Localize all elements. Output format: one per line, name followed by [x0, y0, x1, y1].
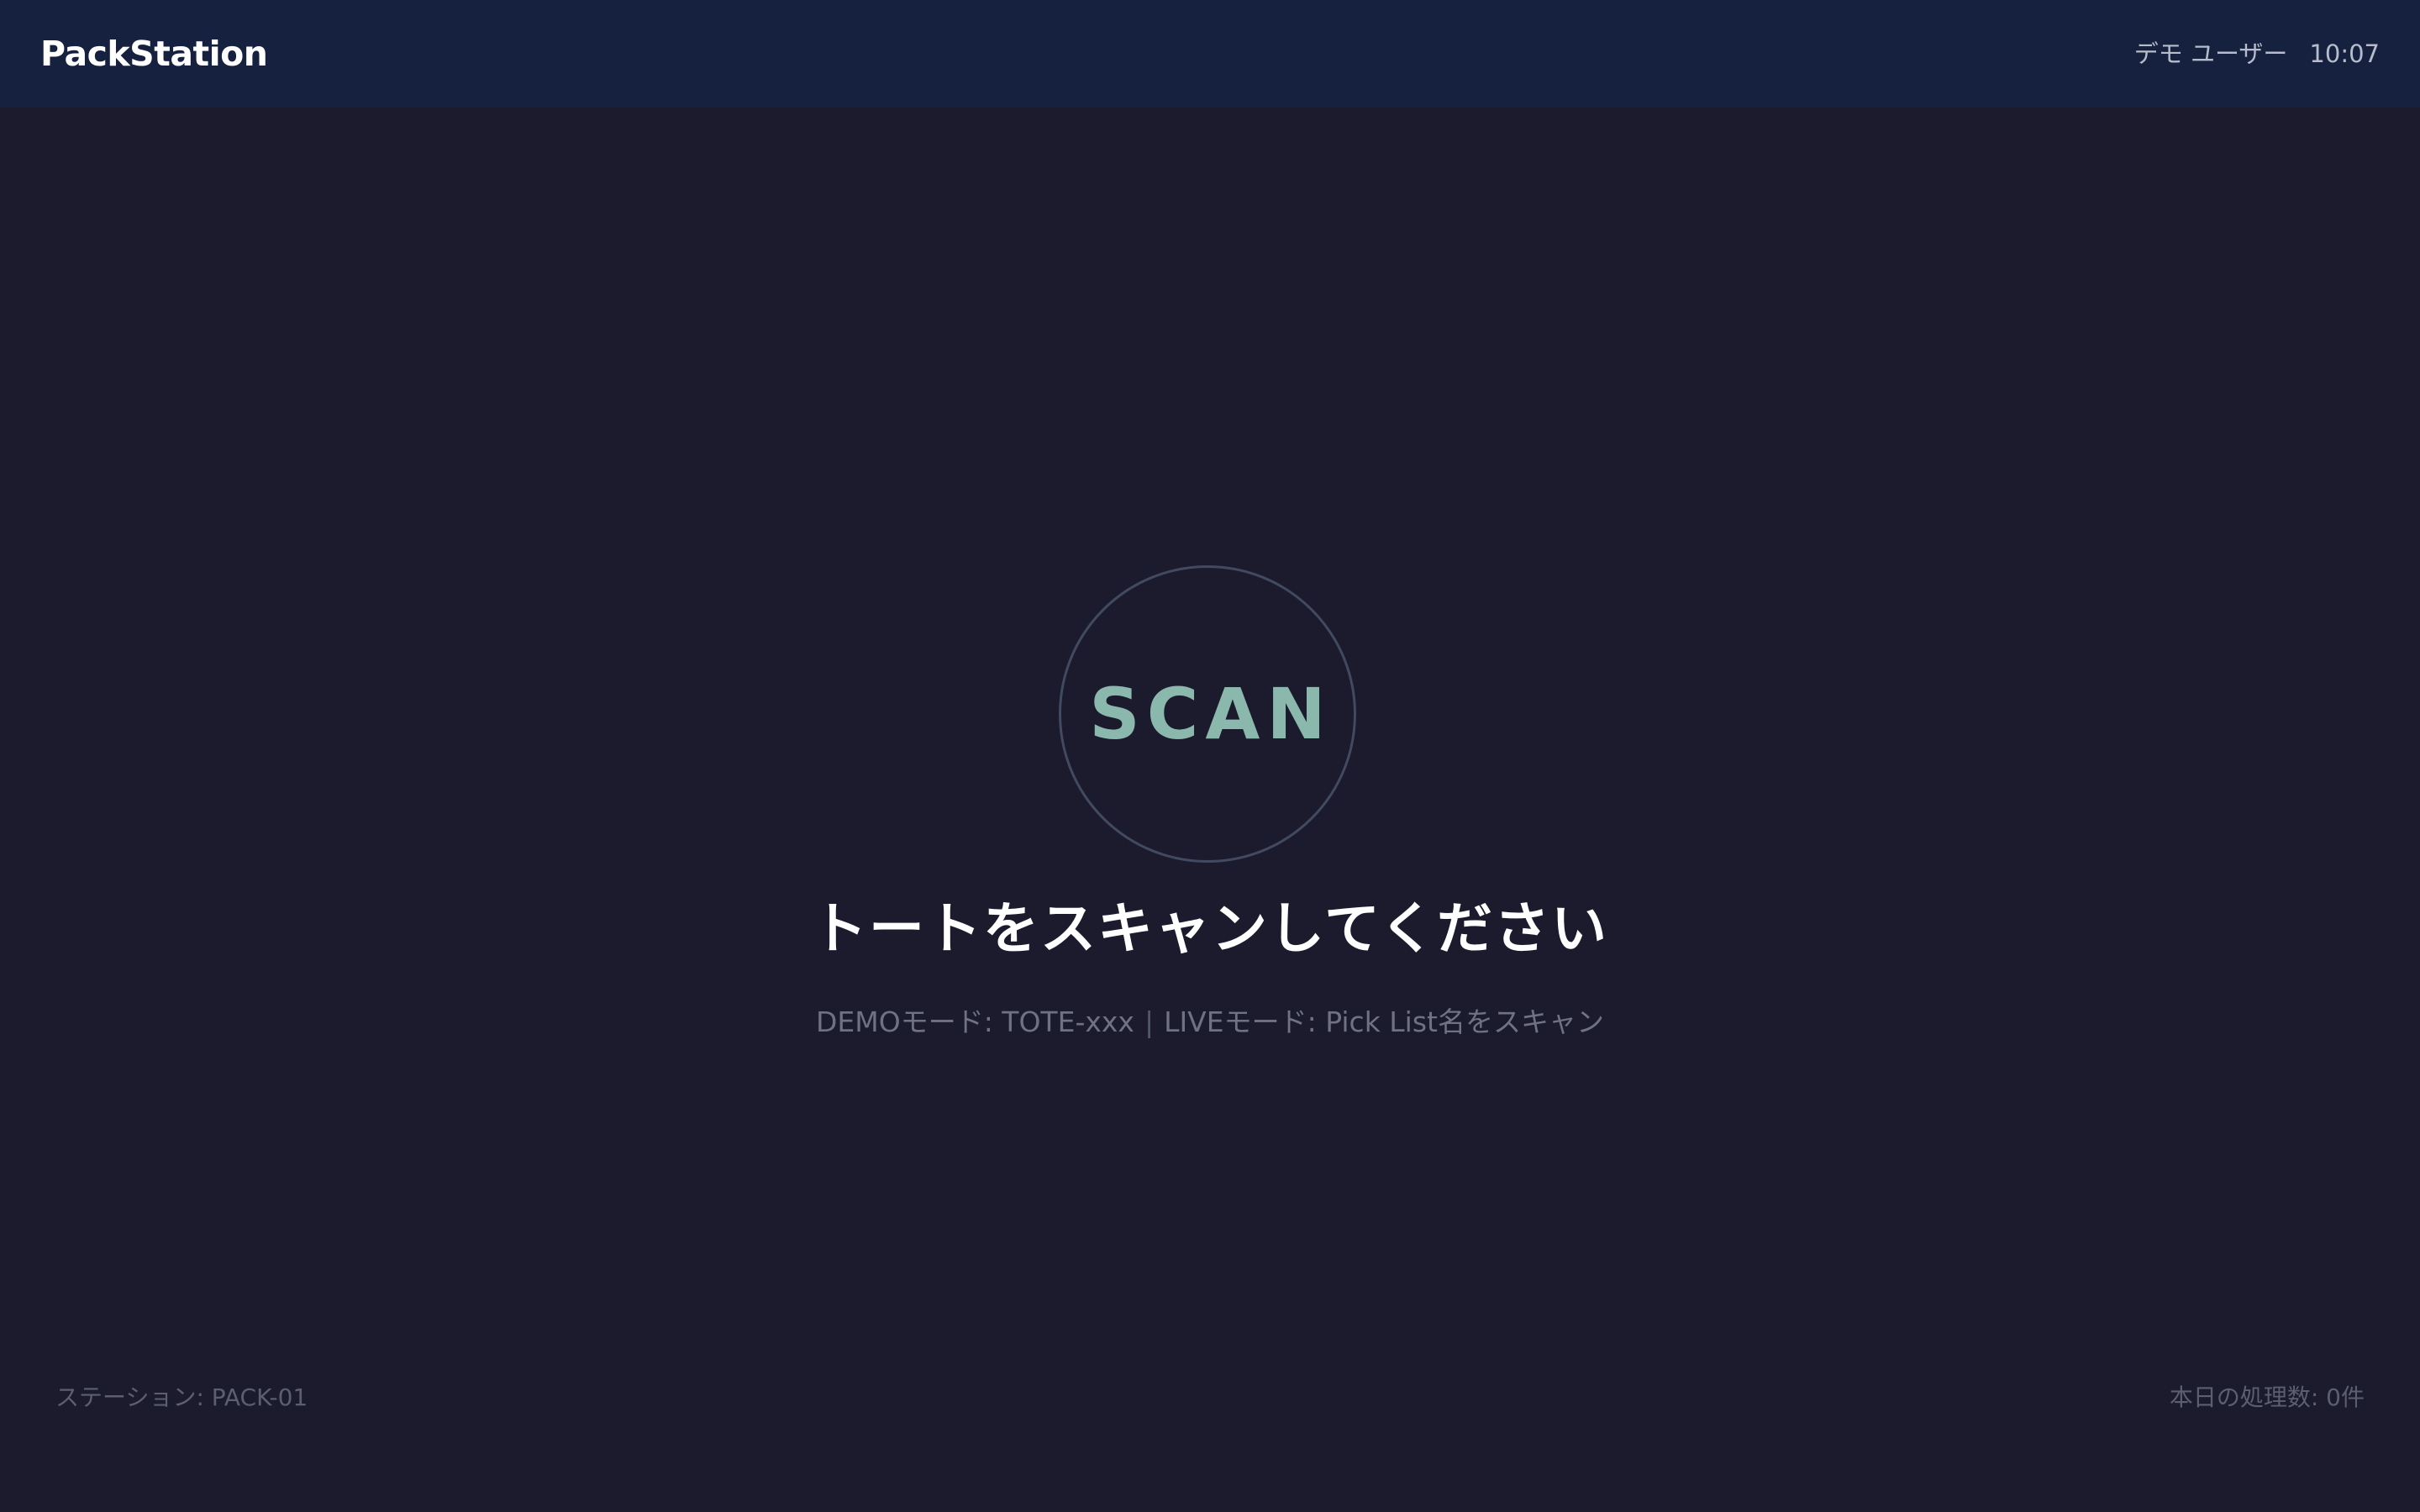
user-name: デモ ユーザー — [2133, 39, 2288, 68]
clock: 10:07 — [2309, 39, 2380, 68]
scan-label: SCAN — [1089, 673, 1333, 755]
scan-indicator: SCAN — [1059, 565, 1356, 863]
live-mode-hint: LIVEモード: Pick List名をスキャン — [1164, 1005, 1604, 1038]
app-header: PackStation デモ ユーザー 10:07 — [0, 0, 2420, 108]
processed-count: 本日の処理数: 0件 — [2169, 1383, 2365, 1411]
pack-station-app: PackStation デモ ユーザー 10:07 SCAN トートをスキャンして… — [0, 0, 2420, 1512]
app-logo: PackStation — [40, 34, 268, 74]
scan-instruction: トートをスキャンしてください — [811, 896, 1609, 961]
header-status: デモ ユーザー 10:07 — [2134, 0, 2380, 108]
scan-mode-hint: DEMOモード: TOTE-xxx | LIVEモード: Pick List名をスキ… — [0, 1000, 2420, 1040]
demo-mode-hint: DEMOモード: TOTE-xxx — [815, 1005, 1134, 1038]
hint-separator: | — [1144, 1005, 1155, 1038]
station-id: ステーション: PACK-01 — [55, 1383, 308, 1411]
